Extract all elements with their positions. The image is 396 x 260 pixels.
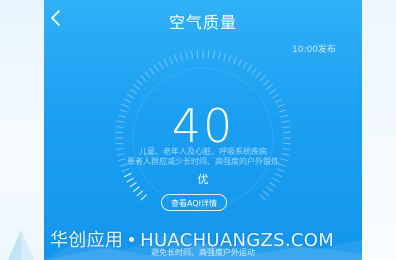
gauge-tick [223, 52, 227, 61]
gauge-tick [196, 50, 199, 59]
gauge-tick [228, 54, 232, 63]
gauge-tick [266, 186, 274, 192]
gauge-tick [242, 61, 248, 69]
decorative-triangle-icon [8, 230, 34, 260]
gauge-tick [174, 54, 178, 63]
gauge-tick [233, 56, 238, 65]
gauge-tick [163, 58, 169, 67]
publish-time: 10:00发布 [292, 45, 336, 55]
aqi-value: 40 [171, 99, 235, 153]
gauge-tick [262, 79, 270, 86]
gauge-tick [158, 61, 164, 69]
gauge-tick [251, 67, 257, 75]
gauge-tick [259, 194, 266, 201]
gauge-tick [132, 84, 140, 90]
gauge-tick [132, 186, 140, 192]
aqi-level-label: 优 [197, 173, 209, 186]
gauge-tick [136, 190, 144, 197]
gauge-tick [266, 84, 274, 90]
gauge-tick [140, 194, 147, 201]
gauge-tick [153, 64, 159, 72]
gauge-tick [262, 190, 270, 197]
gauge-tick [191, 50, 194, 59]
gauge-tick [237, 58, 243, 67]
gauge-tick [259, 75, 266, 82]
gauge-tick [255, 71, 262, 79]
gauge-tick [185, 51, 188, 60]
gauge-tick [269, 88, 277, 94]
gauge-tick [140, 75, 147, 82]
gauge-tick [247, 64, 253, 72]
gauge-tick [179, 52, 183, 61]
gauge-tick [218, 51, 221, 60]
watermark: 华创应用 • HUACHUANGZS.COM [50, 226, 334, 252]
air-quality-screen: 空气质量 10:00发布 儿童、老年人及心脏、呼吸系统疾病 患者人群应减少长时间… [44, 0, 362, 260]
gauge-tick [136, 79, 144, 86]
gauge-tick [129, 88, 137, 94]
gauge-tick [144, 71, 151, 79]
background-left-edge [0, 0, 44, 260]
watermark-separator: • [126, 230, 138, 251]
gauge-tick [207, 50, 210, 59]
watermark-url: HUACHUANGZS.COM [140, 230, 335, 251]
screenshot-stage: 空气质量 10:00发布 儿童、老年人及心脏、呼吸系统疾病 患者人群应减少长时间… [0, 0, 396, 260]
gauge-tick [149, 67, 155, 75]
gauge-tick [168, 56, 173, 65]
health-advice-line-2: 患者人群应减少长时间、高强度的户外锻炼 [127, 157, 279, 166]
aqi-detail-button[interactable]: 查看AQI详情 [161, 194, 227, 211]
background-right-edge [362, 0, 396, 260]
page-title: 空气质量 [168, 13, 237, 32]
gauge-tick [212, 50, 215, 59]
watermark-brand: 华创应用 [50, 230, 124, 251]
